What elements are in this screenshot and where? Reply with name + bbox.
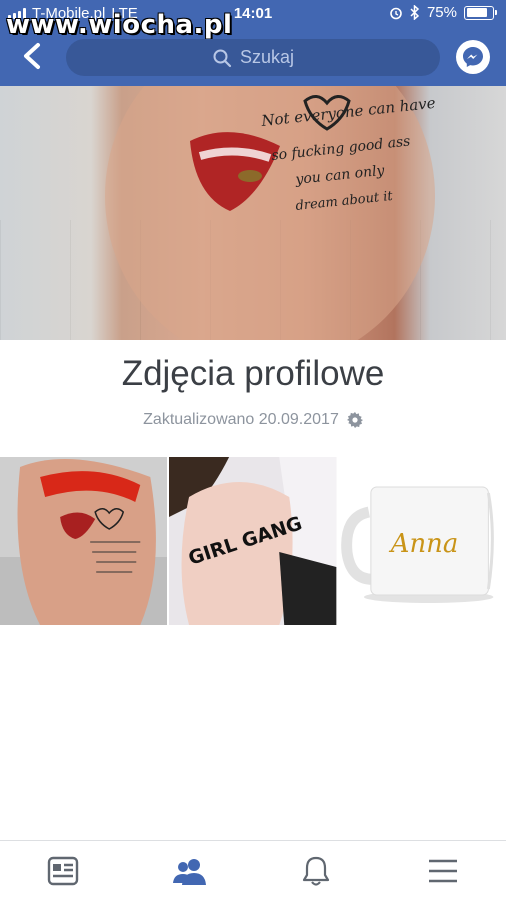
album-updated-date: Zaktualizowano 20.09.2017 [143,411,339,428]
thumb-mug[interactable]: Anna [338,457,506,625]
thumb-girl-gang-image: GIRL GANG [169,457,337,625]
alarm-icon [390,7,402,19]
back-button[interactable] [18,40,48,72]
site-watermark: www.wiocha.pl [6,10,233,40]
status-right: 75% [389,4,497,21]
album-updated-row: Zaktualizowano 20.09.2017 [0,411,506,429]
search-bar[interactable]: Szukaj [66,39,440,76]
tab-news-feed[interactable] [33,846,93,896]
cover-photo[interactable]: Not everyone can have so fucking good as… [0,86,506,340]
search-icon [213,49,232,67]
thumb-mug-image: Anna [338,457,506,625]
cover-tattoo-image: Not everyone can have so fucking good as… [105,86,436,340]
bell-icon [303,856,330,886]
news-feed-icon [48,856,79,885]
tab-menu[interactable] [413,846,473,896]
messenger-button[interactable] [456,40,490,74]
tab-friends[interactable] [160,846,220,896]
thumb-girl-gang[interactable]: GIRL GANG [169,457,337,625]
top-header: T-Mobile.pl LTE 14:01 75% www.wiocha.pl … [0,0,506,86]
gear-icon[interactable] [346,412,363,428]
thumb-tattoo-image [0,457,168,625]
bluetooth-icon [410,5,420,20]
album-title: Zdjęcia profilowe [121,354,385,393]
menu-icon [428,859,457,882]
search-placeholder: Szukaj [239,47,295,67]
friends-icon [172,858,206,885]
profile-photos-grid: GIRL GANG Anna [0,457,506,625]
tab-notifications[interactable] [286,846,346,896]
battery-percent: 75% [426,4,457,21]
chevron-left-icon [24,43,40,69]
messenger-icon [463,47,483,67]
bottom-tab-bar [0,840,506,900]
thumb-tattoo[interactable] [0,457,168,625]
thumb-mug-text: Anna [388,529,457,559]
battery-icon [464,5,497,20]
